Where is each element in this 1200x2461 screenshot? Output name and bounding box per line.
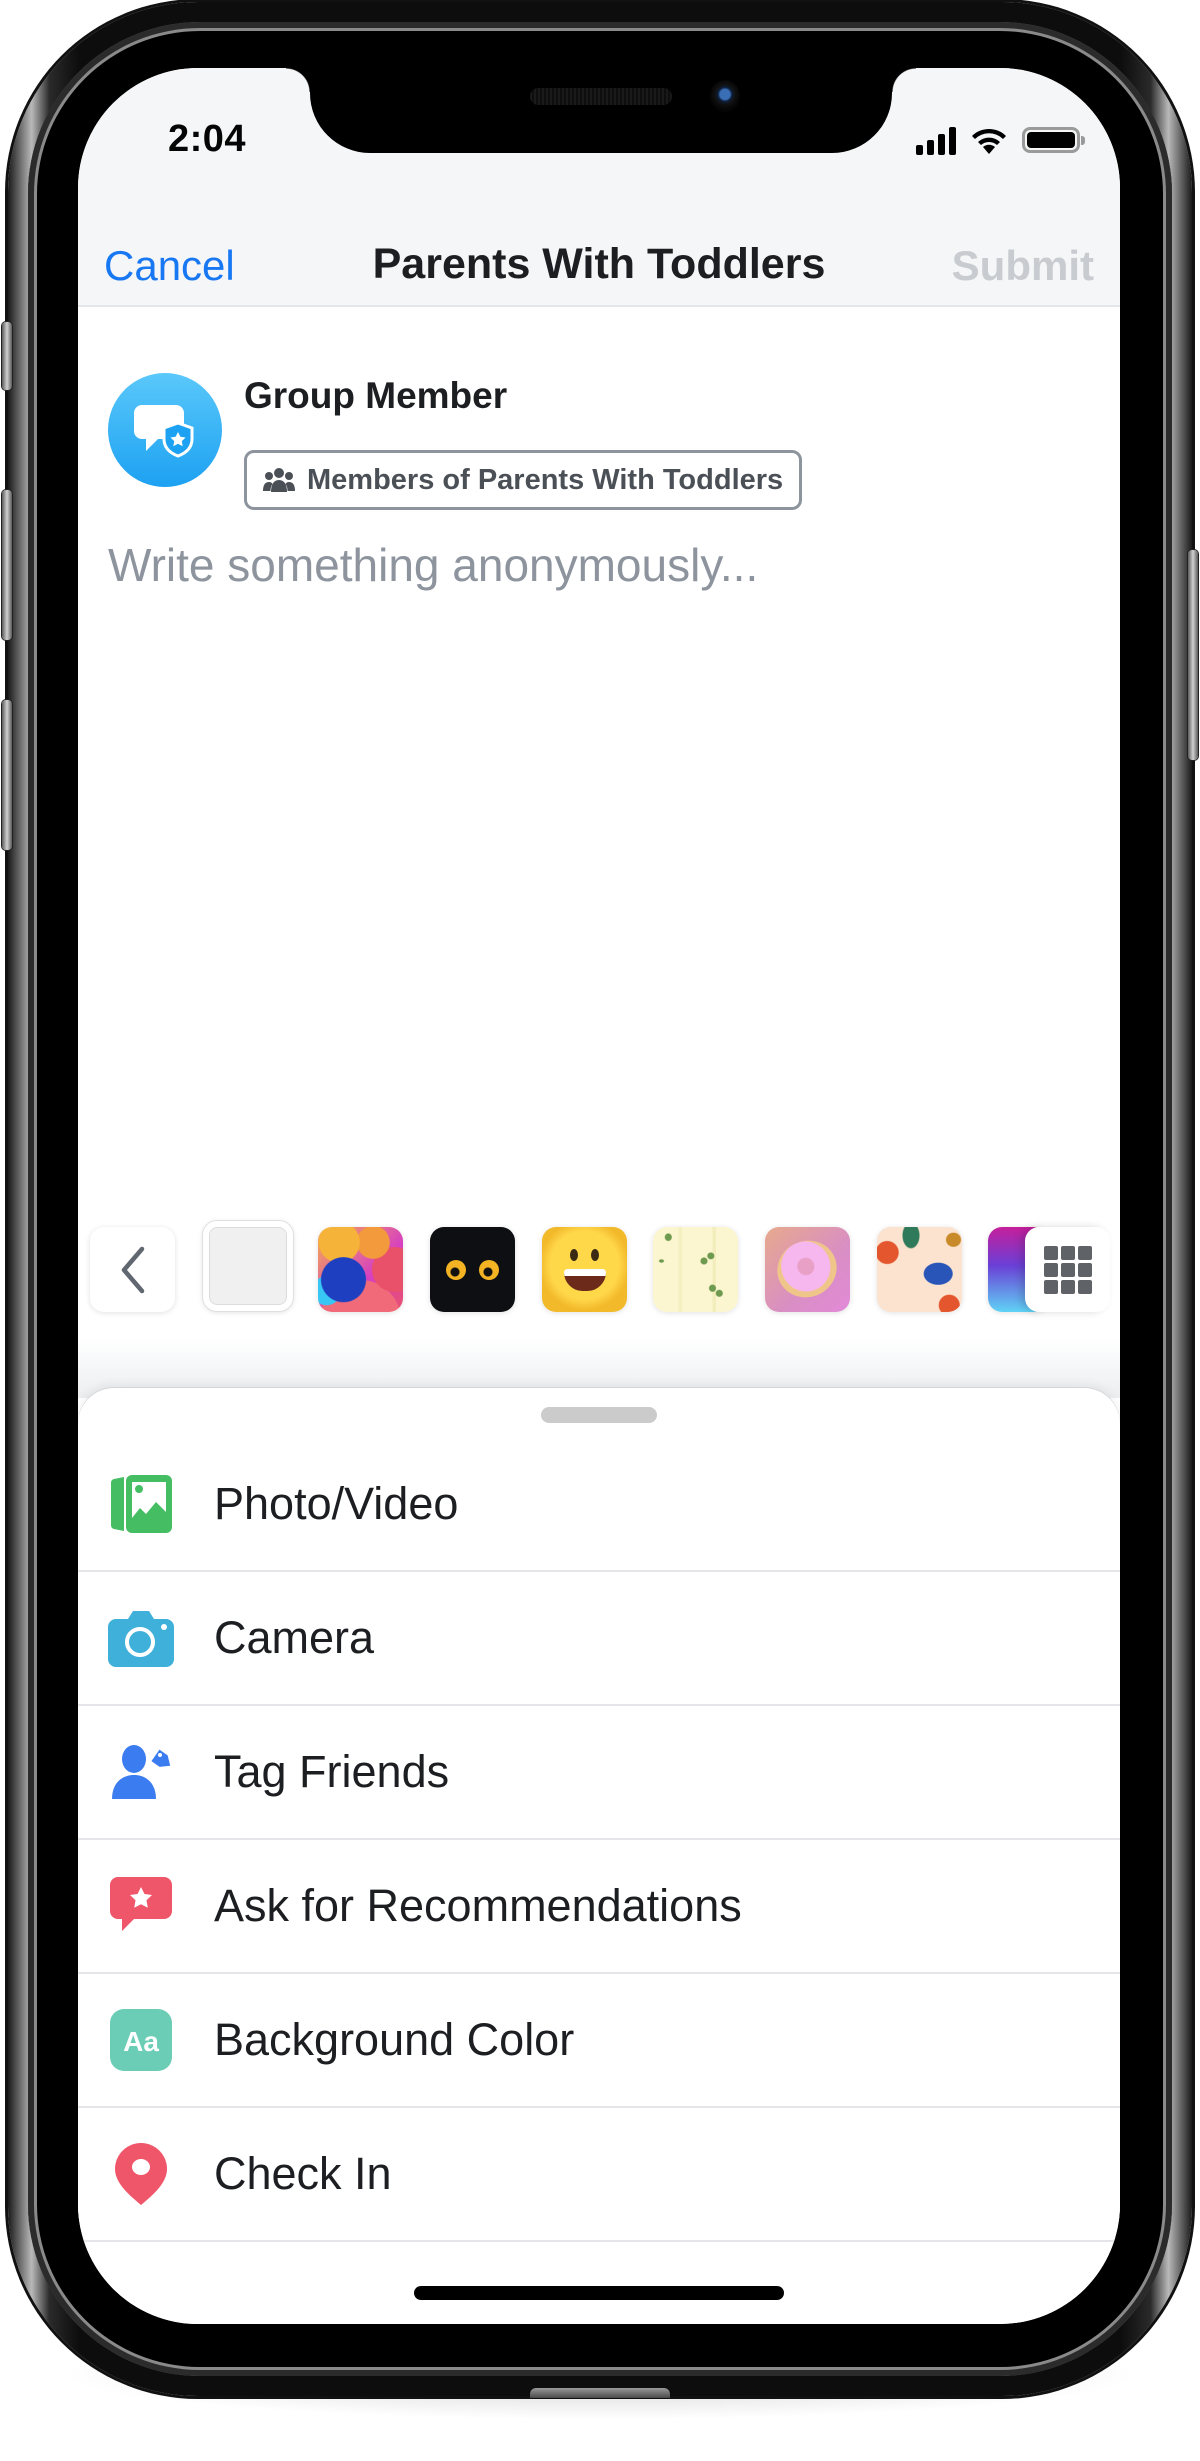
option-label: Photo/Video (214, 1478, 459, 1529)
background-swatch-peeking-eyes[interactable] (430, 1227, 515, 1312)
silent-switch (2, 322, 12, 390)
status-time: 2:04 (168, 118, 247, 160)
author-name: Group Member (244, 375, 508, 416)
recommendations-icon (106, 1871, 176, 1941)
donut-graphic (767, 1230, 847, 1308)
option-label: Background Color (214, 2014, 575, 2065)
phone-screen: 2:04 Cancel Parents With Toddlers Submit… (78, 68, 1120, 2324)
cellular-signal-icon (916, 125, 956, 155)
submit-button[interactable]: Submit (952, 242, 1094, 290)
option-label: Check In (214, 2148, 392, 2199)
background-swatch-smiley-face[interactable] (542, 1227, 627, 1312)
option-check-in[interactable]: Check In (78, 2108, 1120, 2242)
background-swatch-plain-white[interactable] (203, 1221, 293, 1311)
background-swatch-leaves-pattern[interactable] (653, 1227, 738, 1312)
background-swatch-donut[interactable] (765, 1227, 850, 1312)
post-text-input[interactable] (108, 538, 1088, 1238)
smiley-mouth (564, 1269, 606, 1291)
cancel-button[interactable]: Cancel (104, 242, 235, 290)
volume-down-button (2, 700, 12, 850)
status-icons (916, 120, 1085, 160)
eye-graphic (479, 1260, 499, 1280)
sheet-options-list: Photo/Video Camera Tag Friends Ask for R… (78, 1438, 1120, 2242)
background-swatch-balloons[interactable] (318, 1227, 403, 1312)
wifi-icon (972, 128, 1006, 154)
volume-up-button (2, 490, 12, 640)
option-label: Tag Friends (214, 1746, 450, 1797)
add-to-post-sheet: Photo/Video Camera Tag Friends Ask for R… (78, 1388, 1120, 2324)
all-backgrounds-button[interactable] (1025, 1227, 1110, 1312)
notch (286, 68, 916, 153)
anonymous-shield-chat-icon (134, 405, 194, 458)
option-camera[interactable]: Camera (78, 1572, 1120, 1706)
option-label: Camera (214, 1612, 375, 1663)
power-button (1188, 550, 1198, 760)
smiley-eye (570, 1249, 578, 1261)
chevron-left-icon (121, 1246, 144, 1293)
battery-icon (1022, 127, 1085, 153)
audience-label: Members of Parents With Toddlers (307, 463, 784, 496)
background-picker (78, 1221, 1120, 1323)
home-indicator[interactable] (414, 2286, 784, 2300)
sheet-drag-handle[interactable] (541, 1407, 657, 1423)
camera-icon (106, 1603, 176, 1673)
photo-video-icon (106, 1469, 176, 1539)
option-photo-video[interactable]: Photo/Video (78, 1438, 1120, 1572)
smiley-eye (591, 1249, 599, 1261)
background-back-button[interactable] (90, 1227, 175, 1312)
lightning-port (530, 2388, 670, 2398)
background-swatch-floral-bird[interactable] (877, 1227, 962, 1312)
earpiece-speaker (530, 88, 672, 105)
audience-selector[interactable]: Members of Parents With Toddlers (244, 450, 803, 510)
svg-text:Aa: Aa (123, 2026, 159, 2057)
avatar (108, 373, 222, 487)
front-camera (710, 80, 740, 112)
eye-graphic (446, 1260, 466, 1280)
option-ask-for-recommendations[interactable]: Ask for Recommendations (78, 1840, 1120, 1974)
option-background-color[interactable]: Aa Background Color (78, 1974, 1120, 2108)
group-people-icon (263, 468, 295, 492)
background-color-icon: Aa (106, 2005, 176, 2075)
option-tag-friends[interactable]: Tag Friends (78, 1706, 1120, 1840)
check-in-icon (106, 2139, 176, 2209)
grid-icon (1043, 1245, 1092, 1294)
tag-friends-icon (106, 1737, 176, 1807)
option-label: Ask for Recommendations (214, 1880, 742, 1931)
